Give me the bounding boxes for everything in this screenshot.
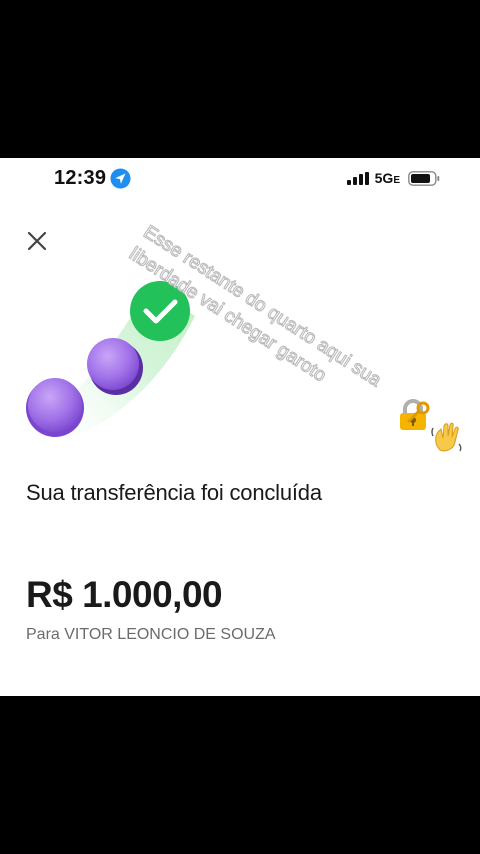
- status-bar: 12:39 5GE: [0, 158, 480, 198]
- transfer-amount: R$ 1.000,00: [26, 574, 223, 615]
- phone-screen: 12:39 5GE Sua transferência foi concluíd…: [0, 158, 480, 696]
- status-right: 5GE: [346, 170, 440, 186]
- battery-icon: [408, 170, 440, 186]
- location-arrow-icon: [110, 167, 131, 189]
- signal-bars-icon: [346, 171, 369, 185]
- status-time: 12:39: [54, 166, 107, 189]
- time-group: 12:39: [54, 167, 131, 189]
- transfer-success-illustration: [26, 281, 195, 444]
- recipient-label: Para VITOR LEONCIO DE SOUZA: [26, 626, 276, 643]
- waving-hand-emoji-icon: [431, 422, 462, 452]
- close-icon[interactable]: [24, 228, 50, 254]
- lock-with-key-emoji-icon: [400, 399, 430, 430]
- network-type: 5GE: [374, 170, 400, 186]
- page-title: Sua transferência foi concluída: [26, 480, 322, 505]
- coin-icon-lower: [26, 378, 84, 437]
